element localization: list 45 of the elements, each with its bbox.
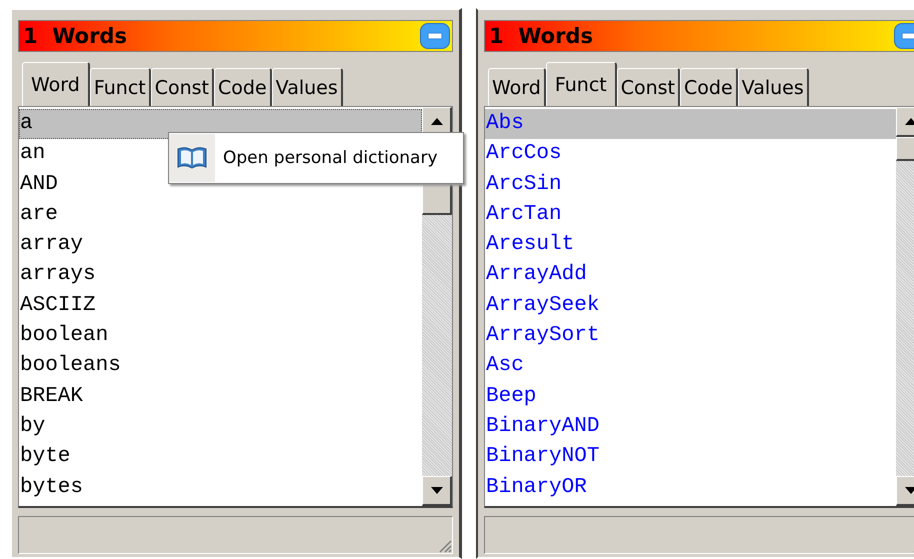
list-item[interactable]: ArcCos (485, 139, 896, 170)
list-item[interactable]: ArrayAdd (485, 260, 896, 291)
tab[interactable]: Code (214, 68, 272, 106)
list-item[interactable]: by (19, 412, 422, 442)
list-item[interactable]: booleans (19, 351, 422, 382)
list-item[interactable]: arrays (19, 260, 422, 291)
list-item[interactable]: Aresult (485, 230, 896, 260)
list-item[interactable]: BinaryNOT (485, 442, 896, 473)
scroll-down-button[interactable] (422, 476, 452, 506)
list-item[interactable]: ArraySeek (485, 290, 896, 322)
tab[interactable]: Values (272, 68, 343, 106)
menu-item[interactable]: Open personal dictionary (169, 133, 463, 183)
list-item[interactable]: ASCIIZ (19, 290, 422, 322)
book-icon (177, 146, 207, 170)
list-item[interactable]: ArcTan (485, 200, 896, 230)
list-item[interactable]: array (19, 230, 422, 260)
panel-title: 1 Words (23, 24, 127, 48)
tab[interactable]: Word (488, 68, 546, 106)
minus-icon (902, 33, 914, 39)
down-arrow-icon (430, 487, 442, 494)
list-item[interactable]: Beep (485, 382, 896, 412)
tab[interactable]: Code (680, 68, 738, 106)
list-item[interactable]: ArcSin (485, 170, 896, 200)
list-item[interactable]: BinaryAND (485, 412, 896, 442)
list-item[interactable]: BinaryOR (485, 472, 896, 503)
minus-icon (428, 33, 442, 39)
list-item[interactable]: are (19, 200, 422, 230)
list-item[interactable]: boolean (19, 321, 422, 352)
panel-title: 1 Words (489, 24, 593, 48)
tab[interactable]: Word (22, 62, 90, 106)
up-arrow-icon (430, 118, 442, 125)
list-item[interactable]: Asc (485, 351, 896, 382)
down-arrow-icon (904, 487, 914, 494)
tab[interactable]: Funct (90, 68, 151, 106)
tab[interactable]: Funct (546, 62, 617, 106)
tab[interactable]: Const (150, 68, 214, 106)
list-item[interactable]: BREAK (19, 382, 422, 412)
list-item[interactable]: bytes (19, 472, 422, 503)
up-arrow-icon (904, 118, 914, 125)
list-item[interactable]: byte (19, 442, 422, 473)
tab[interactable]: Values (738, 68, 809, 106)
list-item[interactable]: Abs (485, 109, 896, 140)
list-item[interactable]: ArraySort (485, 321, 896, 352)
tab[interactable]: Const (616, 68, 680, 106)
minimize-button[interactable] (420, 23, 450, 49)
